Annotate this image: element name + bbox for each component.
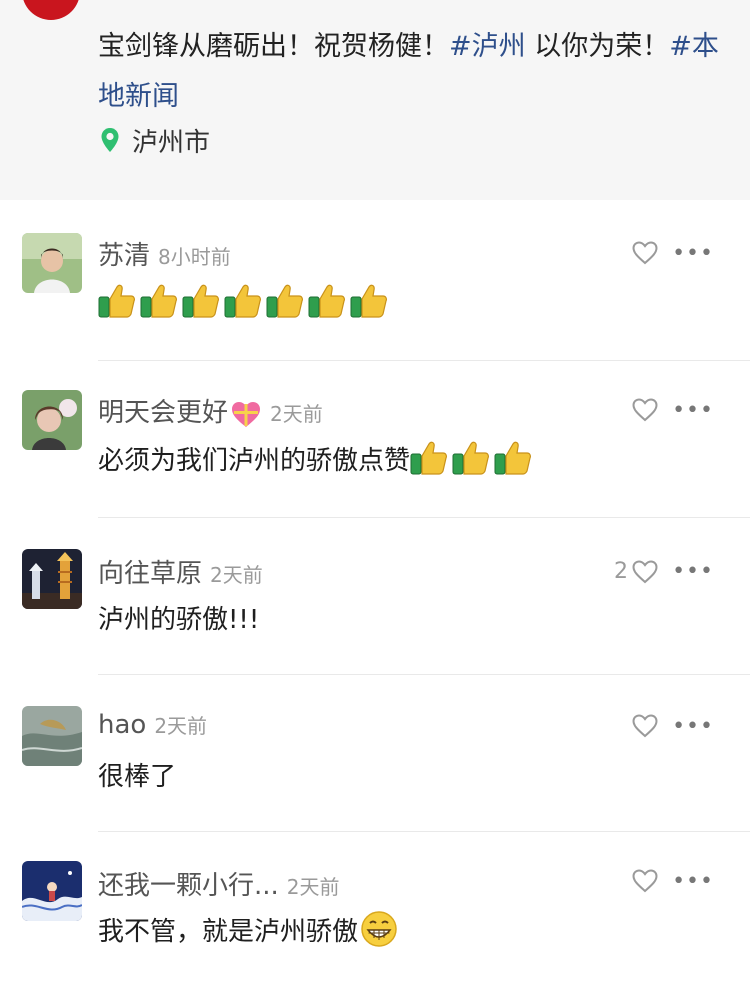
comment-text: 我不管，就是泸州骄傲 bbox=[98, 909, 398, 949]
thumbs-up-emoji bbox=[494, 440, 532, 476]
thumbs-up-emoji bbox=[182, 283, 220, 319]
thumbs-up-emoji-row bbox=[98, 283, 392, 319]
thumbs-up-emoji-row bbox=[410, 440, 536, 476]
commenter-name-text: 明天会更好 bbox=[98, 398, 229, 428]
thumbs-up-emoji bbox=[410, 440, 448, 476]
commenter-name[interactable]: 苏清 bbox=[98, 235, 150, 272]
thumbs-up-emoji bbox=[140, 283, 178, 319]
commenter-name[interactable]: 向往草原 bbox=[98, 553, 202, 590]
location-pin-icon bbox=[101, 128, 119, 152]
more-dots-icon[interactable]: ••• bbox=[672, 398, 714, 423]
comment-time: 2天前 bbox=[270, 402, 323, 426]
commenter-avatar[interactable] bbox=[22, 233, 82, 293]
commenter-avatar[interactable] bbox=[22, 861, 82, 921]
post-text: 宝剑锋从磨砺出！祝贺杨健！#泸州 以你为荣！#本地新闻 bbox=[98, 22, 738, 122]
comment-text: 很棒了 bbox=[98, 754, 176, 794]
comment-item: 苏清 8小时前 ••• bbox=[0, 205, 750, 361]
commenter-name[interactable]: hao bbox=[98, 710, 146, 740]
location-label: 泸州市 bbox=[132, 127, 211, 158]
heart-outline-icon bbox=[632, 714, 658, 738]
grinning-face-emoji bbox=[361, 911, 397, 947]
commenter-avatar[interactable] bbox=[22, 706, 82, 766]
comment-text-content: 我不管，就是泸州骄傲 bbox=[98, 916, 359, 947]
comment-text-content: 泸州的骄傲!!! bbox=[98, 604, 260, 635]
like-button[interactable] bbox=[628, 869, 658, 893]
thumbs-up-emoji bbox=[98, 283, 136, 319]
comment-time: 8小时前 bbox=[158, 245, 231, 269]
comment-text: 泸州的骄傲!!! bbox=[98, 597, 259, 637]
more-dots-icon[interactable]: ••• bbox=[672, 559, 714, 584]
heart-outline-icon bbox=[632, 559, 658, 583]
divider bbox=[98, 674, 750, 675]
commenter-name[interactable]: 还我一颗小行... bbox=[98, 865, 279, 902]
comment-header: 苏清 8小时前 bbox=[98, 235, 231, 275]
commenter-avatar[interactable] bbox=[22, 549, 82, 609]
post-card: 宝剑锋从磨砺出！祝贺杨健！#泸州 以你为荣！#本地新闻 泸州市 bbox=[0, 0, 750, 200]
hashtag-luzhou[interactable]: #泸州 bbox=[449, 31, 526, 62]
divider bbox=[98, 517, 750, 518]
thumbs-up-emoji bbox=[452, 440, 490, 476]
commenter-avatar[interactable] bbox=[22, 390, 82, 450]
like-button[interactable]: 2 bbox=[614, 559, 658, 584]
commenter-name[interactable]: 明天会更好 bbox=[98, 392, 262, 430]
thumbs-up-emoji bbox=[308, 283, 346, 319]
heart-outline-icon bbox=[632, 398, 658, 422]
thumbs-up-emoji bbox=[266, 283, 304, 319]
comment-time: 2天前 bbox=[210, 563, 263, 587]
comment-time: 2天前 bbox=[154, 714, 208, 738]
comment-text-content: 必须为我们泸州的骄傲点赞 bbox=[98, 445, 411, 476]
more-dots-icon[interactable]: ••• bbox=[672, 241, 714, 266]
divider bbox=[98, 831, 750, 832]
like-count: 2 bbox=[614, 559, 628, 584]
divider bbox=[98, 360, 750, 361]
heart-outline-icon bbox=[632, 241, 658, 265]
post-text-part: 以你为荣！ bbox=[525, 31, 670, 62]
post-text-part: 宝剑锋从磨砺出！祝贺杨健！ bbox=[98, 31, 449, 62]
more-dots-icon[interactable]: ••• bbox=[672, 869, 714, 894]
comment-header: 还我一颗小行... 2天前 bbox=[98, 865, 340, 905]
comment-text-content: 很棒了 bbox=[98, 761, 177, 792]
comment-text: 必须为我们泸州的骄傲点赞 bbox=[98, 438, 536, 478]
heart-gift-emoji bbox=[232, 401, 261, 427]
comment-item: 明天会更好 2天前 必须为我们泸州的骄傲点赞 ••• bbox=[0, 362, 750, 518]
like-button[interactable] bbox=[628, 398, 658, 422]
thumbs-up-emoji bbox=[350, 283, 388, 319]
comment-item: 向往草原 2天前 泸州的骄傲!!! 2 ••• bbox=[0, 519, 750, 675]
thumbs-up-emoji bbox=[224, 283, 262, 319]
comment-header: 向往草原 2天前 bbox=[98, 553, 263, 593]
comment-item: 还我一颗小行... 2天前 我不管，就是泸州骄傲 ••• bbox=[0, 833, 750, 989]
post-location[interactable]: 泸州市 bbox=[100, 120, 210, 160]
comment-item: hao 2天前 很棒了 ••• bbox=[0, 676, 750, 832]
like-button[interactable] bbox=[628, 241, 658, 265]
comment-header: 明天会更好 2天前 bbox=[98, 392, 323, 432]
heart-outline-icon bbox=[632, 869, 658, 893]
post-author-avatar[interactable] bbox=[22, 0, 80, 20]
comment-header: hao 2天前 bbox=[98, 710, 207, 750]
like-button[interactable] bbox=[628, 714, 658, 738]
more-dots-icon[interactable]: ••• bbox=[672, 714, 714, 739]
comment-text bbox=[98, 281, 392, 321]
comment-time: 2天前 bbox=[286, 875, 340, 899]
